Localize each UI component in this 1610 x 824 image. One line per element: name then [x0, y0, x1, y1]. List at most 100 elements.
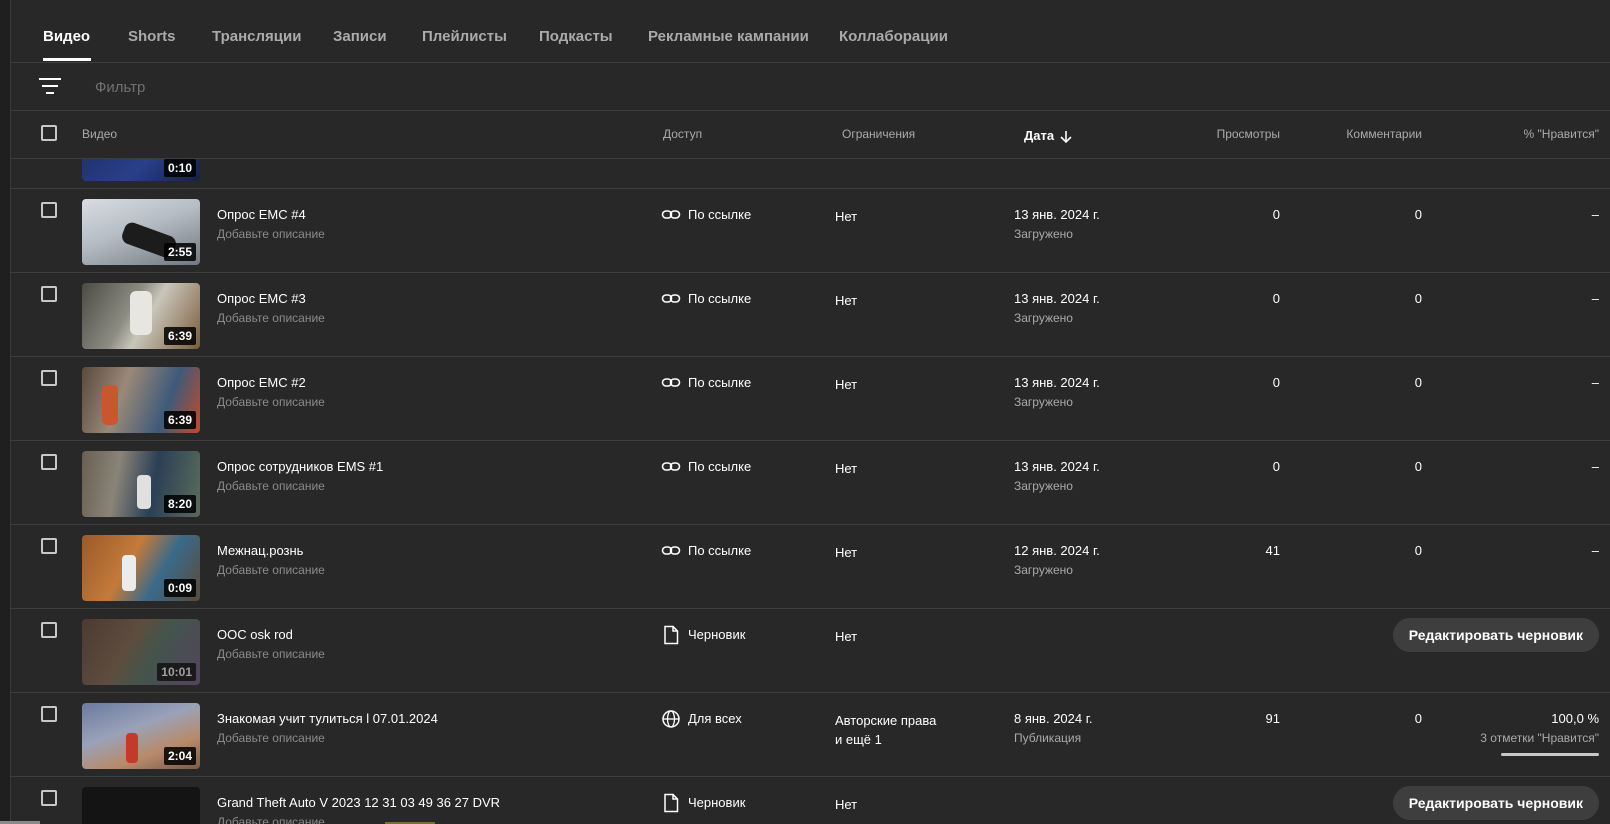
video-thumbnail[interactable]: 6:39: [82, 367, 200, 433]
row-checkbox[interactable]: [41, 370, 57, 386]
views-value: 0: [1272, 207, 1280, 222]
video-description[interactable]: Добавьте описание: [217, 311, 325, 325]
filter-icon[interactable]: [39, 76, 61, 96]
video-description[interactable]: Добавьте описание: [217, 479, 325, 493]
edit-draft-button[interactable]: Редактировать черновик: [1392, 786, 1599, 820]
video-thumbnail[interactable]: 2:04: [82, 703, 200, 769]
likes-value: –: [1591, 543, 1599, 558]
filter-bar: [11, 62, 1610, 111]
video-title[interactable]: Опрос ЕМС #4: [217, 207, 306, 222]
video-title[interactable]: Межнац.рознь: [217, 543, 303, 558]
table-row: 6:39 Опрос ЕМС #3 Добавьте описание По с…: [11, 273, 1610, 357]
tab-videos[interactable]: Видео: [43, 28, 90, 45]
row-checkbox[interactable]: [41, 706, 57, 722]
likes-count: 3 отметки "Нравится": [1480, 731, 1599, 745]
active-tab-indicator: [43, 58, 91, 61]
link-icon: [661, 546, 681, 555]
video-thumbnail[interactable]: 8:20: [82, 451, 200, 517]
row-checkbox[interactable]: [41, 202, 57, 218]
row-checkbox[interactable]: [41, 454, 57, 470]
video-description[interactable]: Добавьте описание: [217, 227, 325, 241]
restrictions-value: Нет: [835, 797, 858, 812]
row-checkbox[interactable]: [41, 538, 57, 554]
tab-recordings[interactable]: Записи: [333, 28, 387, 45]
video-title[interactable]: OOC osk rod: [217, 627, 293, 642]
column-access: Доступ: [663, 127, 703, 141]
video-description[interactable]: Добавьте описание: [217, 815, 325, 824]
restrictions-value: Нет: [835, 209, 858, 224]
row-checkbox[interactable]: [41, 790, 57, 806]
tab-podcasts[interactable]: Подкасты: [539, 28, 613, 45]
table-row: Grand Theft Auto V 2023 12 31 03 49 36 2…: [11, 777, 1610, 824]
video-description[interactable]: Добавьте описание: [217, 731, 325, 745]
video-title[interactable]: Опрос ЕМС #3: [217, 291, 306, 306]
restrictions-value: Нет: [835, 461, 858, 476]
video-thumbnail[interactable]: [82, 787, 200, 824]
video-duration: 2:55: [163, 243, 196, 261]
column-restrictions: Ограничения: [842, 127, 916, 141]
video-thumbnail[interactable]: 2:55: [82, 199, 200, 265]
video-title[interactable]: Знакомая учит тулиться l 07.01.2024: [217, 711, 438, 726]
video-thumbnail[interactable]: 10:01: [82, 619, 200, 685]
access-label: Для всех: [688, 711, 742, 726]
date-value: 12 янв. 2024 г.: [1014, 543, 1100, 558]
column-comments[interactable]: Комментарии: [1346, 127, 1422, 141]
row-checkbox[interactable]: [41, 286, 57, 302]
video-title[interactable]: Опрос ЕМС #2: [217, 375, 306, 390]
column-views[interactable]: Просмотры: [1217, 127, 1280, 141]
sort-down-arrow-icon: [1060, 130, 1072, 143]
column-date[interactable]: Дата: [1024, 128, 1072, 144]
left-rail: [0, 0, 11, 824]
access-label: По ссылке: [688, 207, 752, 222]
tab-shorts[interactable]: Shorts: [128, 28, 176, 45]
date-status: Загружено: [1014, 563, 1073, 577]
views-value: 0: [1272, 375, 1280, 390]
comments-value: 0: [1414, 711, 1422, 726]
video-description[interactable]: Добавьте описание: [217, 395, 325, 409]
column-date-label: Дата: [1024, 128, 1055, 143]
likes-value: –: [1591, 291, 1599, 306]
comments-value: 0: [1414, 291, 1422, 306]
link-icon: [661, 378, 681, 387]
video-title[interactable]: Опрос сотрудников EMS #1: [217, 459, 383, 474]
video-thumbnail[interactable]: 6:39: [82, 283, 200, 349]
access-label: По ссылке: [688, 291, 752, 306]
video-thumbnail[interactable]: 0:09: [82, 535, 200, 601]
likes-value: –: [1591, 375, 1599, 390]
video-duration: 10:01: [157, 663, 196, 681]
link-icon: [661, 294, 681, 303]
video-title[interactable]: Grand Theft Auto V 2023 12 31 03 49 36 2…: [217, 795, 500, 810]
video-duration: 2:04: [163, 747, 196, 765]
date-value: 13 янв. 2024 г.: [1014, 459, 1100, 474]
edit-draft-button[interactable]: Редактировать черновик: [1392, 618, 1599, 652]
likes-value: –: [1591, 207, 1599, 222]
video-description[interactable]: Добавьте описание: [217, 563, 325, 577]
filter-input[interactable]: [93, 74, 397, 100]
content-tabs: Видео Shorts Трансляции Записи Плейлисты…: [11, 0, 1610, 63]
date-status: Загружено: [1014, 227, 1073, 241]
tab-ad-campaigns[interactable]: Рекламные кампании: [648, 28, 809, 45]
date-value: 8 янв. 2024 г.: [1014, 711, 1093, 726]
access-label: Черновик: [688, 795, 746, 810]
video-duration: 0:09: [163, 579, 196, 597]
video-description[interactable]: Добавьте описание: [217, 647, 325, 661]
column-video: Видео: [82, 127, 118, 141]
comments-value: 0: [1414, 375, 1422, 390]
table-row: 0:09 Межнац.рознь Добавьте описание По с…: [11, 525, 1610, 609]
draft-file-icon: [664, 793, 679, 813]
column-likes[interactable]: % "Нравится": [1524, 127, 1599, 141]
date-status: Загружено: [1014, 311, 1073, 325]
row-checkbox[interactable]: [41, 622, 57, 638]
table-row: 2:04 Знакомая учит тулиться l 07.01.2024…: [11, 693, 1610, 777]
comments-value: 0: [1414, 207, 1422, 222]
tab-playlists[interactable]: Плейлисты: [422, 28, 507, 45]
restrictions-value[interactable]: Авторские права и ещё 1: [835, 711, 936, 749]
tab-collaborations[interactable]: Коллаборации: [839, 28, 948, 45]
comments-value: 0: [1414, 543, 1422, 558]
video-thumbnail[interactable]: 0:10: [82, 159, 200, 181]
tab-live[interactable]: Трансляции: [212, 28, 301, 45]
date-status: Загружено: [1014, 479, 1073, 493]
select-all-checkbox[interactable]: [41, 125, 57, 141]
link-icon: [661, 210, 681, 219]
likes-value: 100,0 %: [1551, 711, 1599, 726]
